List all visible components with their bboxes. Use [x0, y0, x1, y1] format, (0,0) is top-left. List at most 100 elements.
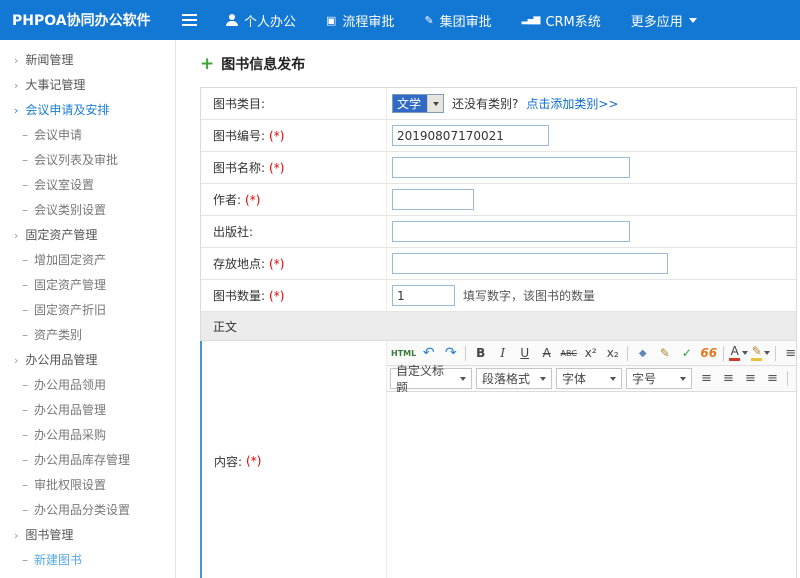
nav-crm-system[interactable]: ▂▄▆ CRM系统	[522, 11, 601, 30]
dash-icon: –	[22, 153, 28, 167]
chevron-right-icon: ›	[14, 354, 18, 367]
sidebar-item-asset-add[interactable]: –增加固定资产	[0, 248, 175, 273]
chevron-down-icon	[742, 351, 748, 355]
sidebar-item-meeting-list[interactable]: –会议列表及审批	[0, 148, 175, 173]
sidebar-item-asset-category[interactable]: –资产类别	[0, 323, 175, 348]
blockquote-icon[interactable]: 66	[698, 343, 719, 363]
form-row-book-number: 图书编号:(*)	[201, 120, 796, 152]
nav-more-apps[interactable]: 更多应用	[631, 11, 697, 30]
publisher-input[interactable]	[392, 221, 630, 242]
page-title: + 图书信息发布	[200, 54, 800, 74]
location-input[interactable]	[392, 253, 668, 274]
redo-icon[interactable]: ↷	[440, 343, 461, 363]
select-dropdown-arrow-icon[interactable]	[427, 95, 443, 112]
dash-icon: –	[22, 478, 28, 492]
sidebar-item-meeting-apply[interactable]: –会议申请	[0, 123, 175, 148]
book-number-input[interactable]	[392, 125, 549, 146]
menu-toggle-icon[interactable]	[168, 0, 210, 40]
required-marker: (*)	[246, 454, 261, 468]
nav-group-approval[interactable]: ✎ 集团审批	[424, 11, 491, 30]
nav-label: 流程审批	[342, 11, 394, 30]
dash-icon: –	[22, 128, 28, 142]
html-source-icon[interactable]: HTML	[390, 343, 417, 363]
chevron-down-icon	[680, 377, 686, 381]
nav-label: 集团审批	[440, 11, 492, 30]
strikethrough-icon[interactable]: A	[536, 343, 557, 363]
chevron-right-icon: ›	[14, 79, 18, 92]
font-color-icon[interactable]: A	[728, 343, 749, 363]
spellcheck-icon[interactable]: ABC	[558, 343, 579, 363]
dash-icon: –	[22, 378, 28, 392]
form-row-quantity: 图书数量:(*) 填写数字，该图书的数量	[201, 280, 796, 312]
form-row-author: 作者:(*)	[201, 184, 796, 216]
toolbar-separator	[723, 346, 724, 361]
custom-title-select[interactable]: 自定义标题	[390, 368, 472, 389]
bullet-list-icon[interactable]: ≡	[780, 343, 796, 363]
chevron-right-icon: ›	[14, 229, 18, 242]
add-category-link[interactable]: 点击添加类别>>	[526, 95, 618, 112]
format-painter-icon[interactable]: ✎	[654, 343, 675, 363]
nav-personal-office[interactable]: 个人办公	[226, 11, 296, 30]
sidebar-item-supplies-inventory[interactable]: –办公用品库存管理	[0, 448, 175, 473]
edit-icon: ✎	[424, 15, 433, 26]
rich-text-editor: HTML ↶ ↷ B I U A ABC x² x₂ ◆ ✎	[387, 341, 796, 578]
sidebar-item-asset-depreciation[interactable]: –固定资产折旧	[0, 298, 175, 323]
sidebar-item-asset-manage[interactable]: –固定资产管理	[0, 273, 175, 298]
form-row-location: 存放地点:(*)	[201, 248, 796, 280]
undo-icon[interactable]: ↶	[418, 343, 439, 363]
chevron-down-icon	[460, 377, 466, 381]
paragraph-format-select[interactable]: 段落格式	[476, 368, 552, 389]
dash-icon: –	[22, 453, 28, 467]
italic-icon[interactable]: I	[492, 343, 513, 363]
sidebar-item-approval-permission[interactable]: –审批权限设置	[0, 473, 175, 498]
chevron-down-icon	[689, 18, 697, 23]
dash-icon: –	[22, 253, 28, 267]
field-label: 出版社:	[201, 216, 387, 247]
sidebar-item-book-new[interactable]: –新建图书	[0, 548, 175, 573]
highlight-color-icon[interactable]: ✎	[750, 343, 771, 363]
sidebar-item-assets[interactable]: ›固定资产管理	[0, 223, 175, 248]
required-marker: (*)	[269, 161, 284, 175]
sidebar-item-books[interactable]: ›图书管理	[0, 523, 175, 548]
nav-label: 更多应用	[631, 11, 683, 30]
dash-icon: –	[22, 328, 28, 342]
sidebar-item-book-manage[interactable]: –图书管理	[0, 573, 175, 578]
sidebar-item-meeting[interactable]: ›会议申请及安排	[0, 98, 175, 123]
editor-content[interactable]	[387, 392, 796, 578]
sidebar-item-supplies[interactable]: ›办公用品管理	[0, 348, 175, 373]
category-select[interactable]: 文学	[392, 94, 444, 113]
sidebar-item-news[interactable]: ›新闻管理	[0, 48, 175, 73]
underline-icon[interactable]: U	[514, 343, 535, 363]
nav-process-approval[interactable]: ▣ 流程审批	[326, 11, 394, 30]
superscript-icon[interactable]: x²	[580, 343, 601, 363]
autotypeset-icon[interactable]: ✓	[676, 343, 697, 363]
quantity-input[interactable]	[392, 285, 455, 306]
form-row-book-name: 图书名称:(*)	[201, 152, 796, 184]
sidebar-item-events[interactable]: ›大事记管理	[0, 73, 175, 98]
align-justify-icon[interactable]: ≡	[762, 369, 783, 389]
chevron-right-icon: ›	[14, 529, 18, 542]
author-input[interactable]	[392, 189, 474, 210]
table-icon[interactable]: ⊞	[792, 369, 796, 389]
bold-icon[interactable]: B	[470, 343, 491, 363]
align-left-icon[interactable]: ≡	[696, 369, 717, 389]
required-marker: (*)	[269, 129, 284, 143]
sidebar-item-supplies-manage[interactable]: –办公用品管理	[0, 398, 175, 423]
sidebar-item-supplies-classify[interactable]: –办公用品分类设置	[0, 498, 175, 523]
book-name-input[interactable]	[392, 157, 630, 178]
format-clear-icon[interactable]: ◆	[632, 343, 653, 363]
sidebar-item-supplies-claim[interactable]: –办公用品领用	[0, 373, 175, 398]
align-center-icon[interactable]: ≡	[718, 369, 739, 389]
font-family-select[interactable]: 字体	[556, 368, 622, 389]
sidebar-item-supplies-purchase[interactable]: –办公用品采购	[0, 423, 175, 448]
font-size-select[interactable]: 字号	[626, 368, 692, 389]
sidebar-item-meeting-room[interactable]: –会议室设置	[0, 173, 175, 198]
toolbar-separator	[627, 346, 628, 361]
book-form: 图书类目: 文学 还没有类别? 点击添加类别>> 图书编号:(*) 图书名称:(…	[200, 87, 797, 578]
chevron-down-icon	[610, 377, 616, 381]
align-right-icon[interactable]: ≡	[740, 369, 761, 389]
required-marker: (*)	[269, 289, 284, 303]
sidebar-item-meeting-category[interactable]: –会议类别设置	[0, 198, 175, 223]
subscript-icon[interactable]: x₂	[602, 343, 623, 363]
toolbar-separator	[775, 346, 776, 361]
